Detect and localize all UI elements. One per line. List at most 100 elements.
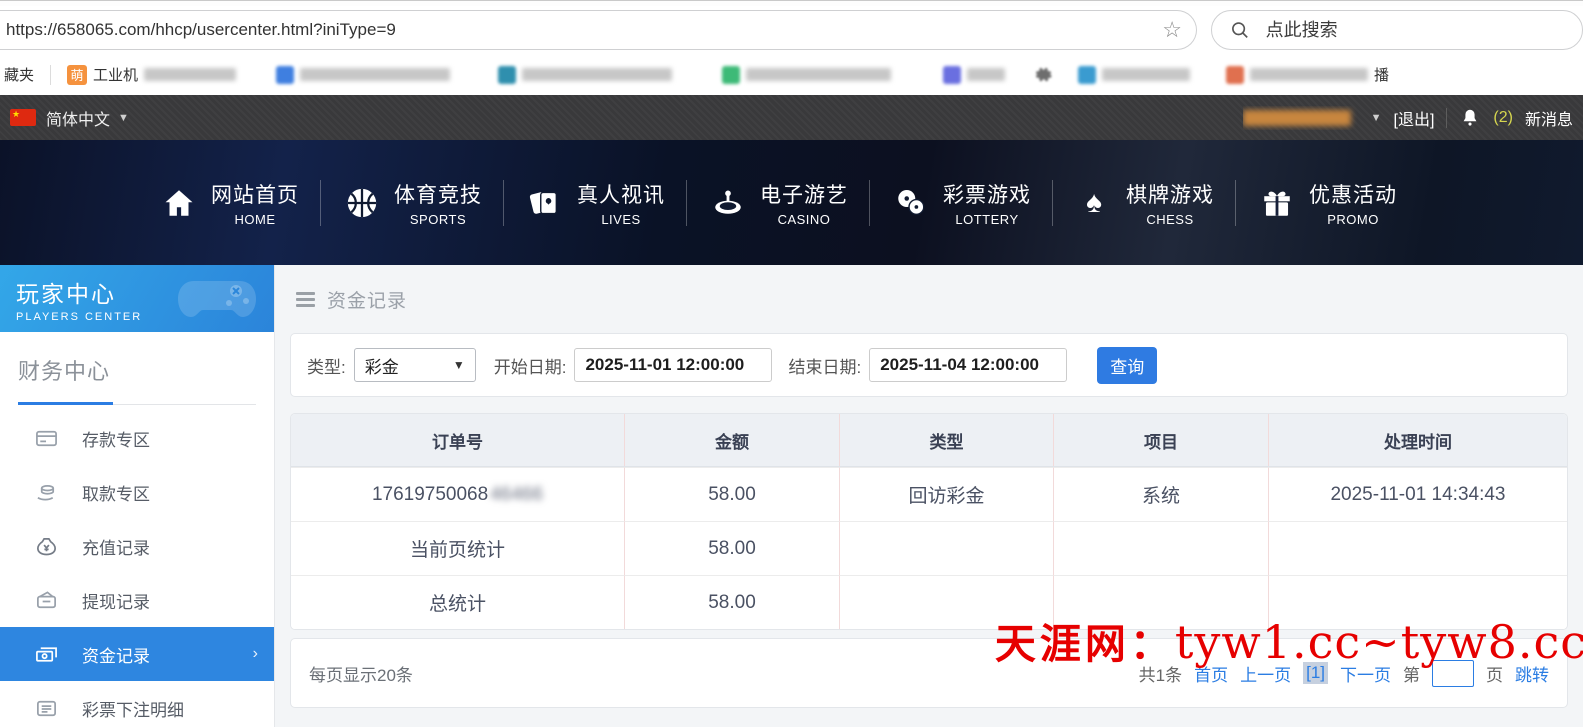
- language-caret-icon[interactable]: ▼: [118, 112, 129, 124]
- next-page-link[interactable]: 下一页: [1340, 661, 1391, 686]
- sidebar-item-recharge-record[interactable]: 充值记录: [0, 519, 274, 573]
- amount-cell: 58.00: [624, 467, 839, 521]
- type-cell: 回访彩金: [839, 467, 1053, 521]
- sidebar-item-deposit[interactable]: 存款专区: [0, 411, 274, 465]
- nav-item-sports[interactable]: 体育竞技 SPORTS: [321, 179, 503, 227]
- favicon-icon: [943, 66, 961, 84]
- table-row: 17619750068 46466 58.00 回访彩金 系统 2025-11-…: [291, 467, 1567, 521]
- bookmark-item[interactable]: [722, 66, 891, 84]
- nav-label-en: PROMO: [1327, 212, 1379, 227]
- url-text[interactable]: https://658065.com/hhcp/usercenter.html?…: [6, 20, 1162, 40]
- search-icon: [1230, 19, 1250, 41]
- favicon-icon: [722, 66, 740, 84]
- nav-item-home[interactable]: 网站首页 HOME: [138, 179, 320, 227]
- sidebar-item-withdrawal-record[interactable]: 提现记录: [0, 573, 274, 627]
- nav-label-en: LOTTERY: [955, 212, 1018, 227]
- money-bag-icon: [34, 534, 58, 558]
- nav-label-en: CHESS: [1146, 212, 1193, 227]
- nav-item-lives[interactable]: 真人视讯 LIVES: [504, 179, 686, 227]
- list-icon: [34, 696, 58, 720]
- bookmark-item[interactable]: 萌 工业机: [67, 64, 236, 85]
- favicon-icon: [498, 66, 516, 84]
- order-no-cell: 17619750068 46466: [291, 467, 624, 521]
- nav-label-zh: 彩票游戏: [943, 179, 1031, 209]
- bookmark-folder-label: 藏夹: [4, 64, 34, 85]
- page-summary-row: 当前页统计 58.00: [291, 521, 1567, 575]
- sidebar-item-label: 提现记录: [82, 588, 150, 613]
- sidebar-item-label: 资金记录: [82, 642, 150, 667]
- bookmark-item[interactable]: [498, 66, 672, 84]
- empty-cell: [1053, 521, 1268, 575]
- start-date-input[interactable]: [574, 348, 772, 382]
- project-cell: 系统: [1053, 467, 1268, 521]
- jump-prefix-label: 第: [1403, 661, 1420, 686]
- hamburger-icon: [296, 292, 315, 307]
- sidebar-item-withdraw[interactable]: 取款专区: [0, 465, 274, 519]
- first-page-link[interactable]: 首页: [1194, 661, 1228, 686]
- browser-chrome: https://658065.com/hhcp/usercenter.html?…: [0, 0, 1583, 95]
- filter-bar: 类型: 彩金 ▼ 开始日期: 结束日期: 查询: [290, 333, 1568, 397]
- basketball-icon: [342, 183, 382, 223]
- summary-label-cell: 当前页统计: [291, 521, 624, 575]
- blurred-text: [1102, 68, 1190, 81]
- sidebar-item-funds-record[interactable]: 资金记录 ›: [0, 627, 274, 681]
- search-input[interactable]: [1266, 20, 1564, 41]
- bookmark-item[interactable]: [1078, 66, 1190, 84]
- bookmark-item[interactable]: [943, 66, 1005, 84]
- blurred-text: [967, 68, 1005, 81]
- user-caret-icon[interactable]: ▼: [1371, 112, 1382, 124]
- favicon-icon: [1226, 66, 1244, 84]
- prev-page-link[interactable]: 上一页: [1240, 661, 1291, 686]
- page-title: 资金记录: [327, 286, 407, 313]
- bookmark-label-suffix: 播: [1374, 64, 1389, 85]
- query-button[interactable]: 查询: [1097, 347, 1157, 384]
- empty-cell: [839, 575, 1053, 629]
- order-no-blurred: 46466: [490, 484, 543, 506]
- nav-label-en: HOME: [235, 212, 276, 227]
- hand-money-icon: [34, 480, 58, 504]
- message-count-badge[interactable]: (2): [1493, 109, 1513, 127]
- summary-label-cell: 总统计: [291, 575, 624, 629]
- nav-item-casino[interactable]: 电子游艺 CASINO: [687, 179, 869, 227]
- address-bar[interactable]: https://658065.com/hhcp/usercenter.html?…: [0, 10, 1197, 50]
- username-blurred[interactable]: [1243, 110, 1351, 126]
- nav-item-lottery[interactable]: 彩票游戏 LOTTERY: [870, 179, 1052, 227]
- topbar-divider: [1446, 108, 1447, 128]
- favicon-icon: [276, 66, 294, 84]
- total-summary-row: 总统计 58.00: [291, 575, 1567, 629]
- message-link[interactable]: 新消息: [1525, 106, 1573, 130]
- page-jump-input[interactable]: [1432, 660, 1474, 687]
- summary-amount-cell: 58.00: [624, 521, 839, 575]
- favicon-icon: [1078, 66, 1096, 84]
- finance-center-heading: 财务中心: [18, 354, 256, 386]
- nav-item-promo[interactable]: 优惠活动 PROMO: [1236, 179, 1418, 227]
- column-header: 项目: [1053, 414, 1268, 466]
- moe-favicon-icon: 萌: [67, 65, 87, 85]
- logout-button[interactable]: [退出]: [1394, 106, 1435, 130]
- bookmark-folder[interactable]: 藏夹: [4, 64, 34, 85]
- bookmark-item[interactable]: [1033, 65, 1052, 84]
- funds-record-table: 订单号 金额 类型 项目 处理时间 17619750068 46466 58.0…: [290, 413, 1568, 630]
- jump-link[interactable]: 跳转: [1515, 661, 1549, 686]
- end-date-input[interactable]: [869, 348, 1067, 382]
- sidebar-item-lottery-bet-detail[interactable]: 彩票下注明细: [0, 681, 274, 727]
- blurred-text: [300, 68, 450, 81]
- empty-cell: [839, 521, 1053, 575]
- nav-label-zh: 棋牌游戏: [1126, 179, 1214, 209]
- nav-item-chess[interactable]: ♠ 棋牌游戏 CHESS: [1053, 179, 1235, 227]
- sidebar-item-label: 取款专区: [82, 480, 150, 505]
- bookmark-item[interactable]: 播: [1226, 64, 1389, 85]
- nav-label-zh: 真人视讯: [577, 179, 665, 209]
- current-page-indicator: [1]: [1303, 662, 1328, 684]
- type-label: 类型:: [307, 353, 346, 378]
- bookmark-star-icon[interactable]: ☆: [1162, 19, 1182, 41]
- bell-icon[interactable]: [1459, 107, 1481, 129]
- language-selector[interactable]: 简体中文: [46, 106, 110, 130]
- nav-label-zh: 电子游艺: [760, 179, 848, 209]
- bookmark-item[interactable]: [276, 66, 450, 84]
- blurred-text: [522, 68, 672, 81]
- search-box[interactable]: [1211, 10, 1583, 50]
- bank-card-icon: [34, 426, 58, 450]
- type-select[interactable]: 彩金 ▼: [354, 348, 476, 382]
- gamepad-icon: [174, 273, 260, 325]
